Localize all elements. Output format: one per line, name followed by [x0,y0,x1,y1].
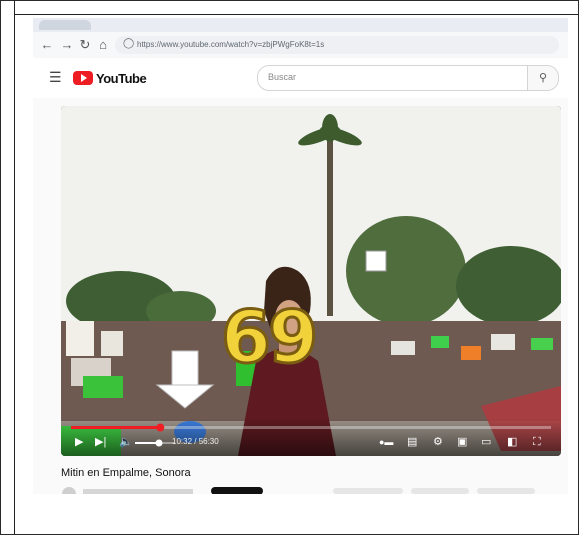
channel-avatar[interactable] [62,487,76,494]
autoplay-toggle-icon[interactable]: ●▬ [379,436,393,448]
theater-mode-icon[interactable]: ▭ [481,436,491,448]
address-bar[interactable]: ◯ https://www.youtube.com/watch?v=zbjPWg… [115,36,559,54]
address-bar-url: https://www.youtube.com/watch?v=zbjPWgFo… [137,40,325,49]
fullscreen-icon[interactable]: ⛶ [533,436,541,448]
share-button[interactable] [411,488,469,494]
home-icon[interactable]: ⌂ [95,37,111,53]
volume-icon[interactable]: 🔈 [119,436,133,448]
search-box[interactable]: Buscar ⚲ [257,65,559,91]
search-input[interactable]: Buscar [268,72,296,82]
miniplayer-icon[interactable]: ▣ [457,436,467,448]
browser-window: ← → ↻ ⌂ ◯ https://www.youtube.com/watch?… [33,18,568,494]
next-icon[interactable]: ▶| [95,436,106,448]
progress-scrubber[interactable] [156,423,165,432]
hamburger-menu-icon[interactable]: ☰ [49,69,62,86]
video-frame [61,106,561,456]
tree-right [346,216,466,326]
channel-row-partial [62,487,535,494]
tree-right-2 [456,246,561,326]
arrow-left-icon[interactable]: ← [39,37,55,53]
volume-knob[interactable] [155,439,163,447]
play-icon[interactable]: ▶ [75,436,83,448]
frame-divider-vertical [14,0,15,535]
youtube-logo[interactable]: YouTube [73,69,147,87]
video-player[interactable]: 69 ▶ ▶| 🔈 10:32 / 56:30 ●▬ ▤ ⚙ ▣ ▭ ◧ ⛶ [61,106,561,456]
like-button[interactable] [333,488,403,494]
overlay-counter: 69 [219,295,319,379]
download-button[interactable] [477,488,535,494]
palm-trunk [327,141,333,316]
tab-strip [33,18,568,32]
reload-icon[interactable]: ↻ [77,37,93,53]
video-title: Mitin en Empalme, Sonora [61,467,191,479]
time-display: 10:32 / 56:30 [172,437,219,446]
subscribe-button[interactable] [211,487,263,494]
subtitles-icon[interactable]: ▤ [407,436,417,448]
browser-tab[interactable] [39,20,91,30]
page-info-icon[interactable]: ◯ [123,38,134,49]
player-controls: ▶ ▶| 🔈 10:32 / 56:30 ●▬ ▤ ⚙ ▣ ▭ ◧ ⛶ [61,418,561,456]
volume-slider[interactable] [135,439,175,447]
channel-name-placeholder [83,489,193,494]
youtube-play-logo-icon [73,71,93,85]
gear-icon[interactable]: ⚙ [433,436,443,448]
basketball-hoop [365,250,387,272]
progress-played [71,426,161,429]
cast-icon[interactable]: ◧ [507,436,517,448]
youtube-logo-text: YouTube [96,70,147,86]
search-icon[interactable]: ⚲ [527,66,558,90]
youtube-header: ☰ YouTube Buscar ⚲ [33,58,568,98]
volume-level [135,442,159,444]
browser-toolbar: ← → ↻ ⌂ ◯ https://www.youtube.com/watch?… [33,32,568,58]
arrow-right-icon[interactable]: → [59,37,75,53]
frame-divider-horizontal [14,14,579,15]
